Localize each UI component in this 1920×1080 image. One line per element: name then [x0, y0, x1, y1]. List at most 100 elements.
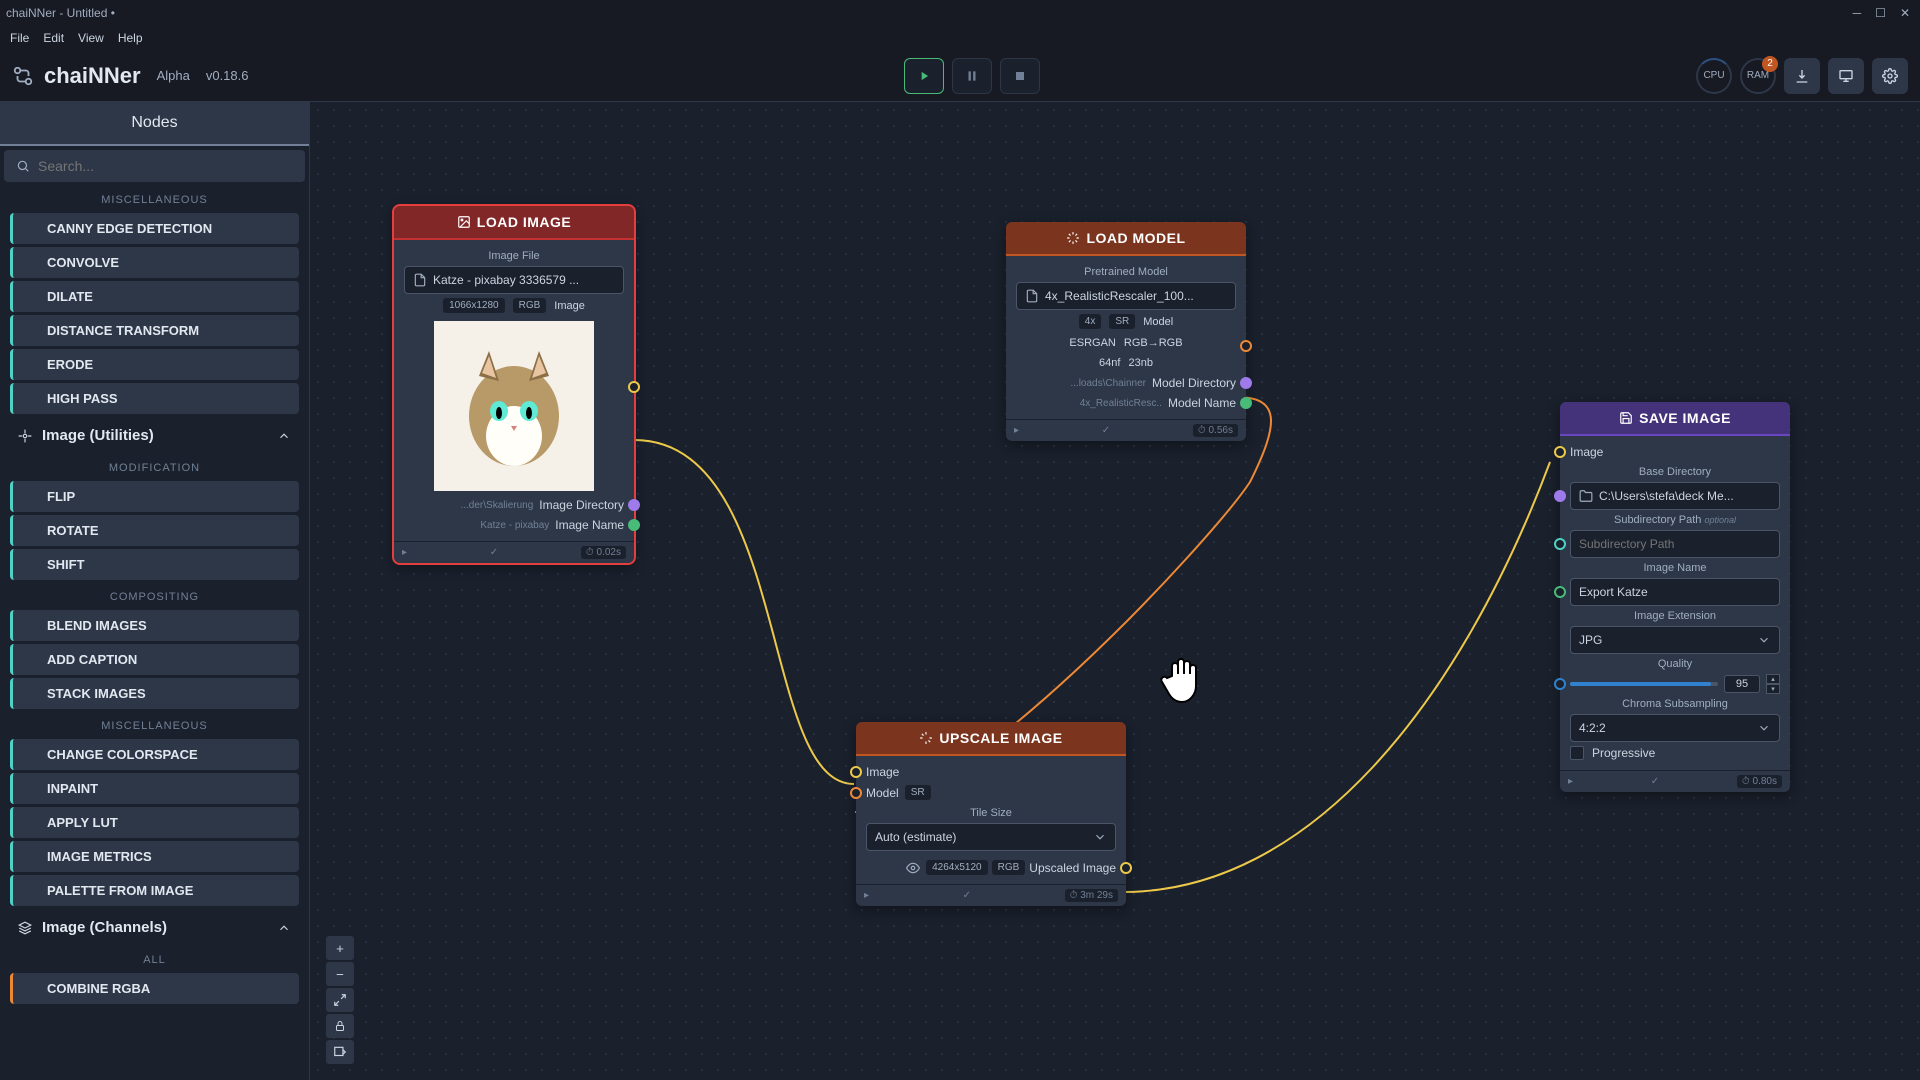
wand-icon: [23, 687, 37, 701]
node-canvas[interactable]: LOAD IMAGE Image File Katze - pixabay 33…: [310, 102, 1920, 1080]
play-mini-icon[interactable]: ▸: [1568, 776, 1573, 787]
node-metrics[interactable]: IMAGE METRICS: [10, 841, 299, 872]
node-header-load-model[interactable]: LOAD MODEL: [1006, 222, 1246, 256]
input-port-image[interactable]: [850, 766, 862, 778]
checkbox-progressive-row[interactable]: Progressive: [1570, 742, 1780, 764]
graph-node-load-model[interactable]: LOAD MODEL Pretrained Model 4x_Realistic…: [1006, 222, 1246, 441]
graph-node-load-image[interactable]: LOAD IMAGE Image File Katze - pixabay 33…: [394, 206, 634, 563]
checkbox-progressive[interactable]: [1570, 746, 1584, 760]
node-highpass[interactable]: HIGH PASS: [10, 383, 299, 414]
fit-view-button[interactable]: [326, 988, 354, 1012]
menu-help[interactable]: Help: [118, 31, 143, 45]
window-maximize-icon[interactable]: ☐: [1875, 6, 1886, 20]
play-mini-icon[interactable]: ▸: [402, 547, 407, 558]
output-port-modelname[interactable]: [1240, 397, 1252, 409]
file-field-image[interactable]: Katze - pixabay 3336579 ...: [404, 266, 624, 294]
graph-node-upscale[interactable]: UPSCALE IMAGE Image Model SR Tile Size A…: [856, 722, 1126, 906]
output-port-model[interactable]: [1240, 340, 1252, 352]
node-convolve[interactable]: CONVOLVE: [10, 247, 299, 278]
node-footer: ▸ ✓ ⏱ 0.80s: [1560, 770, 1790, 792]
output-port-name[interactable]: [628, 519, 640, 531]
file-field-model[interactable]: 4x_RealisticRescaler_100...: [1016, 282, 1236, 310]
eye-icon[interactable]: [906, 861, 920, 875]
play-mini-icon[interactable]: ▸: [1014, 425, 1019, 436]
output-port-directory[interactable]: [628, 499, 640, 511]
node-header-load-image[interactable]: LOAD IMAGE: [394, 206, 634, 240]
quality-value[interactable]: 95: [1724, 675, 1760, 693]
node-footer: ▸ ✓ ⏱ 0.02s: [394, 541, 634, 563]
node-list[interactable]: MISCELLANEOUS CANNY EDGE DETECTION CONVO…: [0, 186, 309, 1080]
wand-icon: [23, 884, 37, 898]
input-port-save-image[interactable]: [1554, 446, 1566, 458]
run-button[interactable]: [904, 58, 944, 94]
node-shift[interactable]: SHIFT: [10, 549, 299, 580]
menu-edit[interactable]: Edit: [43, 31, 64, 45]
play-mini-icon[interactable]: ▸: [864, 890, 869, 901]
menu-file[interactable]: File: [10, 31, 29, 45]
settings-button[interactable]: [1872, 58, 1908, 94]
output-port-modeldir[interactable]: [1240, 377, 1252, 389]
window-titlebar: chaiNNer - Untitled • ─ ☐ ✕: [0, 0, 1920, 26]
input-port-quality[interactable]: [1554, 678, 1566, 690]
node-inpaint[interactable]: INPAINT: [10, 773, 299, 804]
select-ext[interactable]: JPG: [1570, 626, 1780, 654]
node-flip[interactable]: FLIP: [10, 481, 299, 512]
input-port-model[interactable]: [850, 787, 862, 799]
field-label-subdir: Subdirectory Path optional: [1570, 510, 1780, 530]
file-field-basedir[interactable]: C:\Users\stefa\deck Me...: [1570, 482, 1780, 510]
ram-usage-badge[interactable]: RAM2: [1740, 58, 1776, 94]
zoom-in-button[interactable]: +: [326, 936, 354, 960]
input-row-image: Image: [866, 762, 1116, 782]
search-input[interactable]: [38, 158, 293, 174]
node-applylut[interactable]: APPLY LUT: [10, 807, 299, 838]
sidebar-tab-nodes[interactable]: Nodes: [0, 102, 309, 146]
chevron-down-icon: [1093, 830, 1107, 844]
window-minimize-icon[interactable]: ─: [1853, 6, 1862, 20]
output-port-image[interactable]: [628, 381, 640, 393]
node-blend[interactable]: BLEND IMAGES: [10, 610, 299, 641]
download-button[interactable]: [1784, 58, 1820, 94]
window-close-icon[interactable]: ✕: [1900, 6, 1910, 20]
quality-stepper[interactable]: ▴ ▾: [1766, 674, 1780, 694]
quality-slider[interactable]: [1570, 682, 1718, 686]
window-title: chaiNNer - Untitled •: [6, 6, 115, 20]
node-erode[interactable]: ERODE: [10, 349, 299, 380]
pause-button[interactable]: [952, 58, 992, 94]
node-canny[interactable]: CANNY EDGE DETECTION: [10, 213, 299, 244]
timing-load-model: ⏱ 0.56s: [1193, 424, 1238, 437]
section-miscellaneous-2: MISCELLANEOUS: [6, 712, 303, 736]
wand-icon: [23, 782, 37, 796]
zoom-out-button[interactable]: −: [326, 962, 354, 986]
category-image-channels[interactable]: Image (Channels): [6, 909, 303, 946]
node-stack[interactable]: STACK IMAGES: [10, 678, 299, 709]
output-port-upscaled[interactable]: [1120, 862, 1132, 874]
menu-view[interactable]: View: [78, 31, 104, 45]
select-tilesize[interactable]: Auto (estimate): [866, 823, 1116, 851]
stop-button[interactable]: [1000, 58, 1040, 94]
node-combine-rgba[interactable]: COMBINE RGBA: [10, 973, 299, 1004]
output-row-modeldir: ...loads\Chainner Model Directory: [1016, 373, 1236, 393]
presentation-button[interactable]: [1828, 58, 1864, 94]
node-caption[interactable]: ADD CAPTION: [10, 644, 299, 675]
input-port-basedir[interactable]: [1554, 490, 1566, 502]
lock-view-button[interactable]: [326, 1014, 354, 1038]
graph-node-save[interactable]: SAVE IMAGE Image Base Directory C:\Users…: [1560, 402, 1790, 792]
category-image-utilities[interactable]: Image (Utilities): [6, 417, 303, 454]
select-chroma[interactable]: 4:2:2: [1570, 714, 1780, 742]
node-distance[interactable]: DISTANCE TRANSFORM: [10, 315, 299, 346]
node-header-upscale[interactable]: UPSCALE IMAGE: [856, 722, 1126, 756]
input-port-name[interactable]: [1554, 586, 1566, 598]
wand-icon: [23, 816, 37, 830]
save-icon: [1619, 411, 1633, 425]
input-subdir[interactable]: [1570, 530, 1780, 558]
input-imgname[interactable]: [1570, 578, 1780, 606]
node-palette[interactable]: PALETTE FROM IMAGE: [10, 875, 299, 906]
input-port-subdir[interactable]: [1554, 538, 1566, 550]
field-label-tilesize: Tile Size: [866, 803, 1116, 823]
node-rotate[interactable]: ROTATE: [10, 515, 299, 546]
cpu-usage-badge[interactable]: CPU: [1696, 58, 1732, 94]
export-view-button[interactable]: [326, 1040, 354, 1064]
node-header-save[interactable]: SAVE IMAGE: [1560, 402, 1790, 436]
node-colorspace[interactable]: CHANGE COLORSPACE: [10, 739, 299, 770]
node-dilate[interactable]: DILATE: [10, 281, 299, 312]
